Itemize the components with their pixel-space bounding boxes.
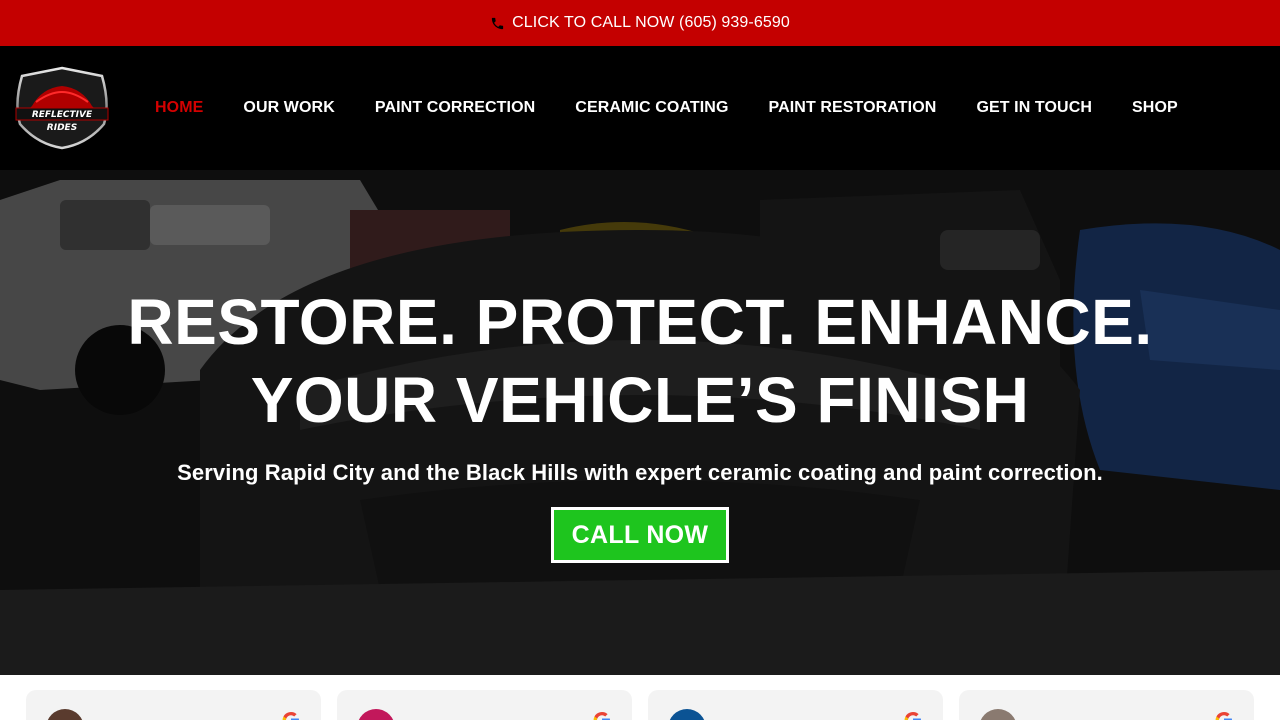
reviewer-avatar bbox=[357, 709, 395, 720]
google-icon bbox=[593, 712, 610, 720]
nav-home[interactable]: HOME bbox=[135, 99, 223, 117]
google-icon bbox=[282, 712, 299, 720]
main-nav: HOME OUR WORK PAINT CORRECTION CERAMIC C… bbox=[135, 46, 1198, 170]
reviewer-avatar bbox=[46, 709, 84, 720]
review-card[interactable] bbox=[26, 690, 321, 720]
call-now-bar[interactable]: CLICK TO CALL NOW (605) 939-6590 bbox=[0, 0, 1280, 46]
reviewer-avatar bbox=[668, 709, 706, 720]
nav-shop[interactable]: SHOP bbox=[1112, 99, 1198, 117]
hero-section: RESTORE. PROTECT. ENHANCE. YOUR VEHICLE’… bbox=[0, 170, 1280, 675]
nav-paint-restoration[interactable]: PAINT RESTORATION bbox=[749, 99, 957, 117]
reflective-rides-logo[interactable]: REFLECTIVE RIDES bbox=[12, 66, 112, 150]
nav-ceramic-coating[interactable]: CERAMIC COATING bbox=[555, 99, 748, 117]
call-now-text: CLICK TO CALL NOW (605) 939-6590 bbox=[512, 14, 790, 31]
hero-headline: RESTORE. PROTECT. ENHANCE. YOUR VEHICLE’… bbox=[0, 283, 1280, 439]
review-card[interactable] bbox=[337, 690, 632, 720]
nav-get-in-touch[interactable]: GET IN TOUCH bbox=[956, 99, 1112, 117]
review-card[interactable] bbox=[959, 690, 1254, 720]
call-now-button[interactable]: CALL NOW bbox=[551, 507, 729, 563]
nav-paint-correction[interactable]: PAINT CORRECTION bbox=[355, 99, 555, 117]
reviewer-avatar bbox=[979, 709, 1017, 720]
reviews-strip bbox=[0, 675, 1280, 720]
review-card[interactable] bbox=[648, 690, 943, 720]
hero-headline-line-1: RESTORE. PROTECT. ENHANCE. bbox=[127, 286, 1153, 358]
google-icon bbox=[904, 712, 921, 720]
google-icon bbox=[1215, 712, 1232, 720]
phone-icon bbox=[492, 17, 504, 29]
svg-text:REFLECTIVE: REFLECTIVE bbox=[32, 110, 93, 120]
hero-subheadline: Serving Rapid City and the Black Hills w… bbox=[177, 460, 1103, 485]
hero-headline-line-2: YOUR VEHICLE’S FINISH bbox=[250, 364, 1030, 436]
nav-our-work[interactable]: OUR WORK bbox=[223, 99, 354, 117]
site-header: REFLECTIVE RIDES HOME OUR WORK PAINT COR… bbox=[0, 46, 1280, 170]
svg-text:RIDES: RIDES bbox=[47, 123, 77, 133]
